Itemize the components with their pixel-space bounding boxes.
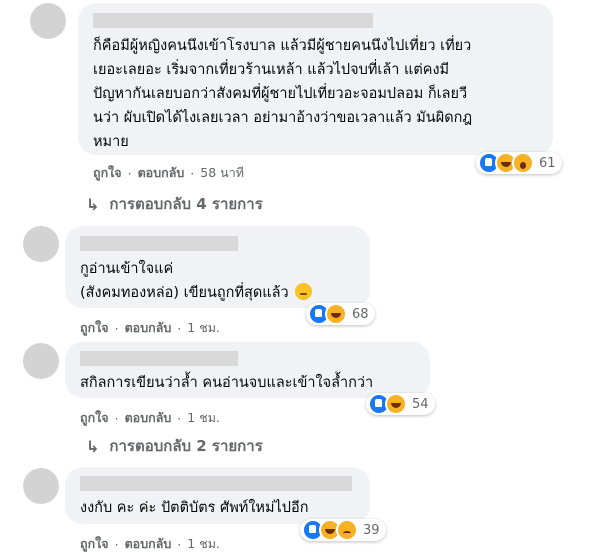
comment-actions: ถูกใจ · ตอบกลับ · 1 ชม. [80, 408, 220, 428]
separator-dot: · [114, 320, 119, 336]
commenter-name-redacted[interactable] [80, 476, 352, 491]
reaction-count: 68 [352, 306, 369, 322]
reply-button[interactable]: ตอบกลับ [125, 534, 172, 554]
timestamp[interactable]: 1 ชม. [187, 534, 220, 554]
reply-arrow-icon: ↳ [86, 436, 100, 456]
avatar[interactable] [30, 3, 66, 39]
comment-text: งงกับ คะ ค่ะ ปัตติบัตร ศัพท์ใหม่ไปอีก [80, 500, 309, 516]
commenter-name-redacted[interactable] [80, 351, 238, 366]
reply-button[interactable]: ตอบกลับ [125, 318, 172, 338]
replies-label: การตอบกลับ 4 รายการ [109, 195, 263, 213]
reaction-summary[interactable]: 54 [366, 393, 435, 415]
haha-icon [385, 393, 407, 415]
comment-text: ก็คือมีผู้หญิงคนนึงเข้าโรงบาล แล้วมีผู้ช… [93, 38, 473, 150]
separator-dot: · [114, 536, 119, 552]
like-button[interactable]: ถูกใจ [80, 318, 109, 338]
haha-icon [325, 303, 347, 325]
comment-text: กูอ่านเข้าใจแค่ (สังคมทองหล่อ) เขียนถูกท… [80, 257, 370, 305]
like-button[interactable]: ถูกใจ [80, 534, 109, 554]
reaction-summary[interactable]: 68 [306, 303, 375, 325]
reply-arrow-icon: ↳ [86, 194, 100, 214]
like-button[interactable]: ถูกใจ [80, 408, 109, 428]
reaction-summary[interactable]: 39 [300, 519, 386, 541]
reaction-count: 54 [412, 396, 429, 412]
sad-icon [336, 519, 358, 541]
wow-icon [512, 152, 534, 174]
commenter-name-redacted[interactable] [93, 13, 373, 28]
timestamp[interactable]: 1 ชม. [187, 408, 220, 428]
comment-actions: ถูกใจ · ตอบกลับ · 1 ชม. [80, 534, 220, 554]
separator-dot: · [177, 410, 182, 426]
commenter-name-redacted[interactable] [80, 236, 238, 251]
pensive-emoji-icon [294, 283, 312, 300]
comment-text-content: กูอ่านเข้าใจแค่ (สังคมทองหล่อ) เขียนถูกท… [80, 261, 289, 301]
reply-button[interactable]: ตอบกลับ [138, 163, 185, 183]
comment-actions: ถูกใจ · ตอบกลับ · 58 นาที [93, 163, 244, 183]
like-button[interactable]: ถูกใจ [93, 163, 122, 183]
separator-dot: · [114, 410, 119, 426]
avatar[interactable] [23, 226, 59, 262]
avatar[interactable] [23, 343, 59, 379]
view-replies-link[interactable]: ↳ การตอบกลับ 2 รายการ [86, 434, 263, 458]
comment-text: สกิลการเขียนว่าล้ำ คนอ่านจบและเข้าใจล้ำก… [80, 375, 374, 391]
timestamp[interactable]: 58 นาที [200, 163, 244, 183]
separator-dot: · [190, 165, 195, 181]
reaction-summary[interactable]: 61 [476, 152, 562, 174]
separator-dot: · [177, 536, 182, 552]
separator-dot: · [127, 165, 132, 181]
reply-button[interactable]: ตอบกลับ [125, 408, 172, 428]
timestamp[interactable]: 1 ชม. [187, 318, 220, 338]
view-replies-link[interactable]: ↳ การตอบกลับ 4 รายการ [86, 192, 263, 216]
replies-label: การตอบกลับ 2 รายการ [109, 437, 263, 455]
comment-actions: ถูกใจ · ตอบกลับ · 1 ชม. [80, 318, 220, 338]
separator-dot: · [177, 320, 182, 336]
avatar[interactable] [23, 468, 59, 504]
reaction-count: 39 [363, 522, 380, 538]
reaction-count: 61 [539, 155, 556, 171]
